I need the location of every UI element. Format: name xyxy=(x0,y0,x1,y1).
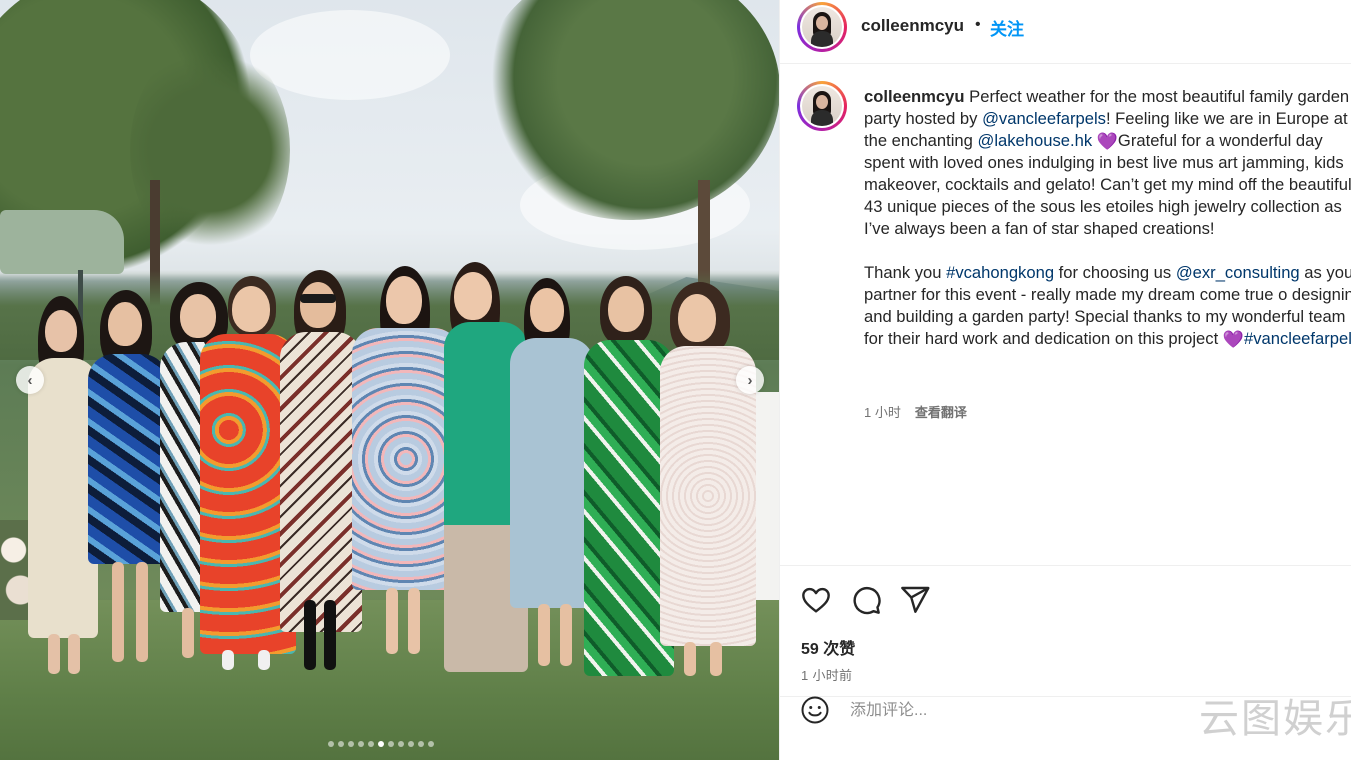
caption-time[interactable]: 1 小时 xyxy=(864,402,901,421)
header-separator: • xyxy=(975,16,981,33)
carousel-dot xyxy=(388,741,394,747)
caption-text: Grateful for a wonderful day spent with … xyxy=(864,131,1351,282)
carousel-dot xyxy=(418,741,424,747)
header-username[interactable]: colleenmcyu xyxy=(861,16,964,36)
post-actions: 59 次赞 1 小时前 xyxy=(780,565,1351,755)
cloud xyxy=(250,10,450,100)
mention-link[interactable]: @vancleefarpels xyxy=(982,109,1106,128)
carousel-indicator xyxy=(328,741,434,747)
hashtag-link[interactable]: #vancleefarpels xyxy=(1244,329,1351,348)
garden-umbrella xyxy=(0,210,124,274)
carousel-next-button[interactable]: › xyxy=(736,366,764,394)
post-caption: colleenmcyu Perfect weather for the most… xyxy=(864,86,1351,350)
comment-bar xyxy=(780,696,1351,756)
caption-meta: 1 小时 查看翻译 xyxy=(864,402,967,421)
post-photo: ‹ › xyxy=(0,0,779,760)
carousel-dot xyxy=(328,741,334,747)
carousel-prev-button[interactable]: ‹ xyxy=(16,366,44,394)
purple-heart-icon: 💜 xyxy=(1096,132,1118,151)
comment-input[interactable] xyxy=(850,699,1210,723)
heart-icon[interactable] xyxy=(800,584,832,616)
caption-text: for choosing us xyxy=(1054,263,1176,282)
carousel-dot xyxy=(408,741,414,747)
carousel-dot xyxy=(398,741,404,747)
follow-button[interactable]: 关注 xyxy=(990,15,1024,40)
emoji-icon[interactable] xyxy=(800,695,830,725)
carousel-dot xyxy=(378,741,384,747)
post-side-panel: colleenmcyu • 关注 colleenmcyu Perfect wea… xyxy=(779,0,1351,760)
carousel-dot xyxy=(428,741,434,747)
carousel-dot xyxy=(368,741,374,747)
comment-icon[interactable] xyxy=(850,584,882,616)
chevron-left-icon: ‹ xyxy=(27,371,33,389)
hashtag-link[interactable]: #vcahongkong xyxy=(946,263,1054,282)
carousel-dot xyxy=(338,741,344,747)
purple-heart-icon: 💜 xyxy=(1222,330,1244,349)
avatar[interactable] xyxy=(797,2,847,52)
chevron-right-icon: › xyxy=(747,371,753,389)
caption-username[interactable]: colleenmcyu xyxy=(864,87,965,106)
like-count[interactable]: 59 次赞 xyxy=(801,635,855,659)
mention-link[interactable]: @lakehouse.hk xyxy=(977,131,1092,150)
see-translation-button[interactable]: 查看翻译 xyxy=(915,402,967,421)
post-timestamp[interactable]: 1 小时前 xyxy=(801,665,852,684)
mention-link[interactable]: @exr_consulting xyxy=(1176,263,1300,282)
post-header: colleenmcyu • 关注 xyxy=(780,0,1351,64)
share-icon[interactable] xyxy=(899,584,931,616)
carousel-dot xyxy=(358,741,364,747)
carousel-dot xyxy=(348,741,354,747)
caption-avatar[interactable] xyxy=(797,81,847,131)
